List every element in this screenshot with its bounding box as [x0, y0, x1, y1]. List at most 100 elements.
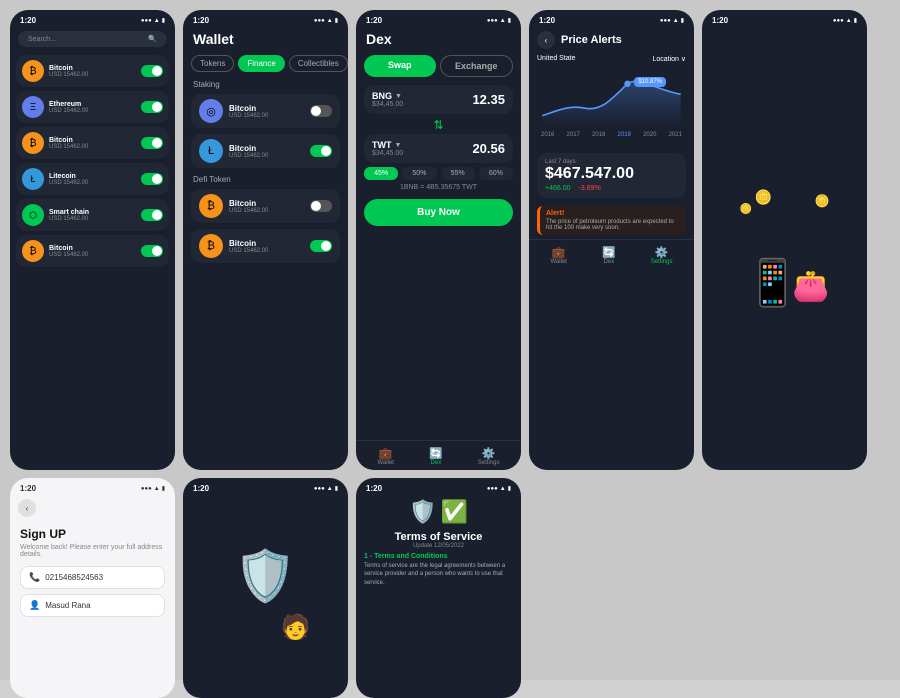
staking-icon-2: Ł: [199, 139, 223, 163]
staking-info-1: Bitcoin USD 15462.00: [229, 104, 304, 119]
signal-icon-3: ●●●: [487, 18, 498, 24]
year-2017: 2017: [567, 132, 580, 138]
staking-label: Staking: [183, 76, 348, 91]
toggle-gray-defi1[interactable]: [310, 200, 332, 212]
tab-tokens[interactable]: Tokens: [191, 55, 234, 72]
toggle-switch[interactable]: [141, 101, 163, 113]
wifi-icon-6: ▲: [154, 486, 160, 492]
coin-info: Ethereum USD 15462.00: [49, 101, 136, 114]
swap-arrows-icon: ⇅: [364, 118, 513, 132]
toggle-gray-1[interactable]: [310, 105, 332, 117]
tab-finance[interactable]: Finance: [238, 55, 284, 72]
nav-wallet-alerts[interactable]: 💼 Wallet: [551, 246, 567, 265]
phone-input-field[interactable]: 📞 0215468524563: [20, 566, 165, 589]
year-2018: 2018: [592, 132, 605, 138]
from-amount-wrapper: 12.35: [472, 92, 505, 107]
status-icons-1: ●●● ▲ ▮: [141, 17, 165, 24]
defi-item-1[interactable]: ₿ Bitcoin USD 15462.00: [191, 189, 340, 223]
coin-icon-btc: ₿: [22, 60, 44, 82]
nav-wallet[interactable]: 💼 Wallet: [378, 447, 394, 466]
toggle-switch[interactable]: [141, 209, 163, 221]
time-6: 1:20: [20, 484, 36, 493]
phone-wallet: 1:20 ●●● ▲ ▮ Wallet Tokens Finance Colle…: [183, 10, 348, 470]
coin-icon-btc2: ₿: [22, 132, 44, 154]
nav-dex[interactable]: 🔄 Dex: [429, 447, 443, 466]
to-token-row[interactable]: TWT ▼ $34,45.00 20.56: [364, 134, 513, 163]
staking-usd-1: USD 15462.00: [229, 113, 304, 119]
toggle-green-2[interactable]: [310, 145, 332, 157]
terms-title: Terms of Service: [364, 531, 513, 543]
toggle-green-defi2[interactable]: [310, 240, 332, 252]
signal-icon-4: ●●●: [660, 18, 671, 24]
nav-settings-label: Settings: [478, 460, 500, 466]
phone-icon: 📞: [29, 572, 40, 583]
toggle-switch[interactable]: [141, 65, 163, 77]
shield-illustration-wrapper: 🛡️ 🧑: [221, 547, 311, 647]
phone-coin-list: 1:20 ●●● ▲ ▮ Search... 🔍 ₿ Bitcoin USD 1…: [10, 10, 175, 470]
name-input-field[interactable]: 👤 Masud Rana: [20, 594, 165, 617]
pct-45[interactable]: 45%: [364, 167, 398, 180]
back-button-4[interactable]: ‹: [537, 31, 555, 49]
to-amount: 20.56: [472, 141, 505, 156]
signal-icon-8: ●●●: [487, 486, 498, 492]
status-bar-8: 1:20 ●●● ▲ ▮: [356, 478, 521, 495]
search-bar[interactable]: Search... 🔍: [18, 31, 167, 47]
pct-50[interactable]: 50%: [402, 167, 436, 180]
status-bar-3: 1:20 ●●● ▲ ▮: [356, 10, 521, 27]
back-button-signup[interactable]: ‹: [18, 499, 36, 517]
nav-settings-alerts[interactable]: ⚙️ Settings: [651, 246, 673, 265]
staking-item-1[interactable]: ◎ Bitcoin USD 15462.00: [191, 94, 340, 128]
chart-area: $10.87% 2016 2017 2018 2019 2020 2021: [537, 67, 686, 147]
status-bar-4: 1:20 ●●● ▲ ▮: [529, 10, 694, 27]
buy-now-button[interactable]: Buy Now: [364, 199, 513, 226]
alert-box: Alert! The price of petroleum products a…: [537, 206, 686, 235]
alert-text: The price of petroleum products are expe…: [546, 219, 680, 231]
nav-settings[interactable]: ⚙️ Settings: [478, 447, 500, 466]
year-2019[interactable]: 2019: [618, 132, 631, 138]
stat-changes: +466.00 -3.69%: [545, 185, 678, 192]
list-item[interactable]: ⬡ Smart chain USD 15462.00: [16, 199, 169, 231]
coin-usd: USD 15462.00: [49, 180, 136, 186]
terms-section-1-title: 1 - Terms and Conditions: [364, 553, 513, 560]
list-item[interactable]: Ξ Ethereum USD 15462.00: [16, 91, 169, 123]
staking-name-1: Bitcoin: [229, 104, 304, 113]
status-bar-5: 1:20 ●●● ▲ ▮: [702, 10, 867, 27]
exchange-button[interactable]: Exchange: [440, 55, 514, 77]
wallet-title: Wallet: [183, 27, 348, 51]
toggle-switch[interactable]: [141, 245, 163, 257]
conversion-text: 1BNB = 4B5.35675 TWT: [364, 184, 513, 191]
defi-item-2[interactable]: ₿ Bitcoin USD 15462.00: [191, 229, 340, 263]
list-item[interactable]: ₿ Bitcoin USD 15462.00: [16, 55, 169, 87]
toggle-switch[interactable]: [141, 173, 163, 185]
dex-label-alerts: Dex: [604, 259, 615, 265]
battery-icon-2: ▮: [335, 17, 338, 24]
list-item[interactable]: ₿ Bitcoin USD 15462.00: [16, 127, 169, 159]
list-item[interactable]: ₿ Bitcoin USD 15462.00: [16, 235, 169, 267]
shield-icon-1: 🛡️: [409, 499, 436, 525]
time-2: 1:20: [193, 16, 209, 25]
tab-collectibles[interactable]: Collectibles: [289, 55, 348, 72]
staking-item-2[interactable]: Ł Bitcoin USD 15462.00: [191, 134, 340, 168]
to-token-arrow: ▼: [395, 142, 402, 149]
toggle-switch[interactable]: [141, 137, 163, 149]
battery-icon-7: ▮: [335, 485, 338, 492]
wifi-icon-1: ▲: [154, 18, 160, 24]
alert-header: ‹ Price Alerts: [529, 27, 694, 53]
phone-signup-illustration: 1:20 ●●● ▲ ▮ 🛡️ 🧑: [183, 478, 348, 698]
wallet-icon: 👛: [792, 269, 829, 304]
location-label: United State: [537, 55, 576, 63]
time-5: 1:20: [712, 16, 728, 25]
pct-55[interactable]: 55%: [441, 167, 475, 180]
from-token-row[interactable]: BNG ▼ $34,45.00 12.35: [364, 85, 513, 114]
list-item[interactable]: Ł Litecoin USD 15462.00: [16, 163, 169, 195]
from-token-arrow: ▼: [395, 93, 402, 100]
coin-usd: USD 15462.00: [49, 108, 136, 114]
location-selector[interactable]: Location ∨: [652, 55, 686, 63]
price-chart: [537, 67, 686, 127]
swap-button[interactable]: Swap: [364, 55, 436, 77]
status-icons-7: ●●● ▲ ▮: [314, 485, 338, 492]
wifi-icon-2: ▲: [327, 18, 333, 24]
nav-dex-alerts[interactable]: 🔄 Dex: [602, 246, 616, 265]
coin-name: Bitcoin: [49, 65, 136, 72]
pct-60[interactable]: 60%: [479, 167, 513, 180]
